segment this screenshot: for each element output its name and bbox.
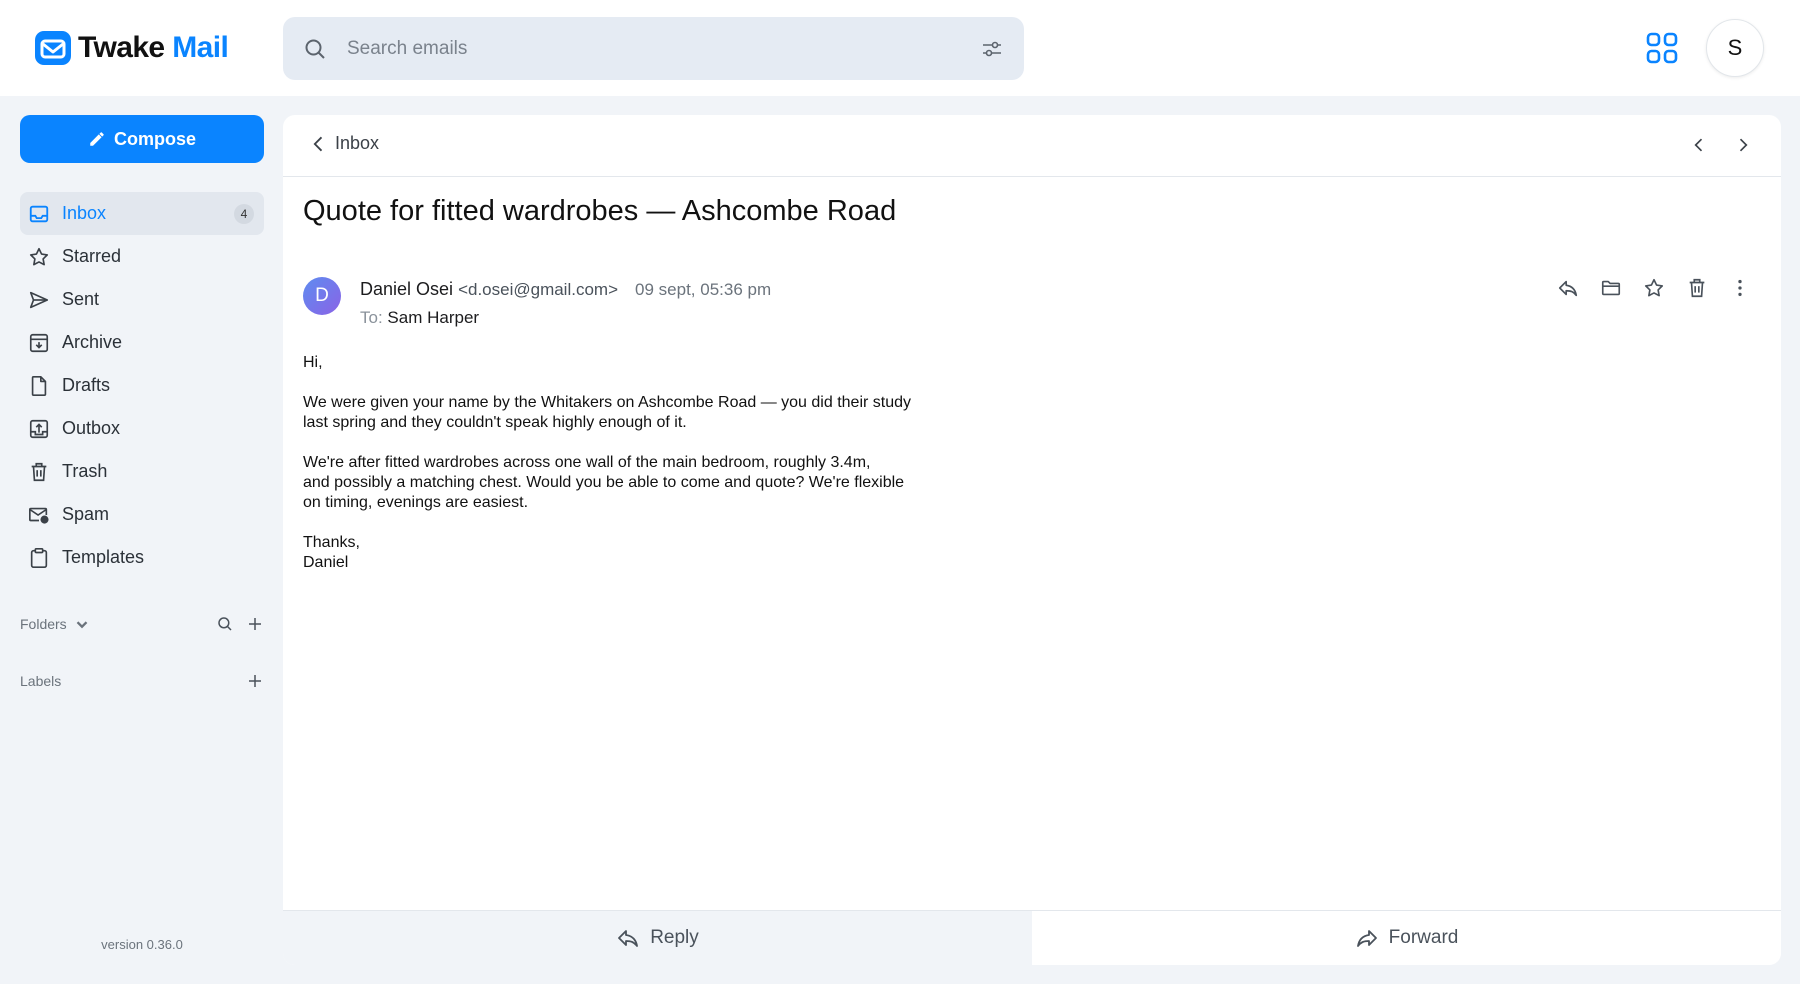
email-body-paragraph: We're after fitted wardrobes across one … <box>303 454 905 511</box>
search-input[interactable] <box>347 27 947 70</box>
forward-icon <box>1356 930 1377 947</box>
app-name-primary: Twake <box>78 31 165 64</box>
sidebar-item-label: Trash <box>62 461 108 481</box>
sidebar-item-archive[interactable]: Archive <box>20 321 264 364</box>
reply-label: Reply <box>650 927 699 948</box>
spam-icon <box>28 504 50 526</box>
previous-message-icon[interactable] <box>1689 135 1709 155</box>
chevron-left-icon <box>313 136 323 151</box>
email-view-panel: Inbox Quote for fitted wardrobes — Ashco… <box>283 115 1781 965</box>
template-icon <box>28 547 50 569</box>
recipient-info: To: Sam Harper <box>360 308 479 328</box>
email-view-header: Inbox <box>283 115 1781 177</box>
back-to-inbox-button[interactable]: Inbox <box>309 133 379 154</box>
sidebar-nav: Inbox 4 Starred Sent Archive Drafts Outb… <box>20 192 264 579</box>
sidebar-item-trash[interactable]: Trash <box>20 450 264 493</box>
apps-grid-icon[interactable] <box>1645 31 1679 65</box>
sidebar-item-templates[interactable]: Templates <box>20 536 264 579</box>
forward-label: Forward <box>1388 927 1459 948</box>
compose-label: Compose <box>113 128 196 149</box>
app-logo[interactable]: Twake Mail <box>34 30 229 66</box>
sidebar-item-outbox[interactable]: Outbox <box>20 407 264 450</box>
more-options-icon[interactable] <box>1729 277 1751 299</box>
forward-button[interactable]: Forward <box>1032 911 1781 965</box>
sidebar-item-sent[interactable]: Sent <box>20 278 264 321</box>
sidebar-item-starred[interactable]: Starred <box>20 235 264 278</box>
archive-icon <box>28 332 50 354</box>
user-avatar[interactable]: S <box>1706 19 1764 77</box>
sidebar-item-inbox[interactable]: Inbox 4 <box>20 192 264 235</box>
draft-icon <box>28 375 50 397</box>
sidebar-item-label: Templates <box>62 547 145 567</box>
top-bar: Twake Mail S <box>0 0 1800 96</box>
filter-icon[interactable] <box>980 37 1004 61</box>
sender-info: Daniel Osei <d.osei@gmail.com> 09 sept, … <box>360 279 771 300</box>
app-version: version 0.36.0 <box>101 937 183 952</box>
sidebar-item-drafts[interactable]: Drafts <box>20 364 264 407</box>
trash-icon <box>28 461 50 483</box>
sender-email: <d.osei@gmail.com> <box>458 280 619 299</box>
email-body-paragraph: Hi, <box>303 354 323 371</box>
sidebar-item-label: Sent <box>62 289 100 309</box>
unread-count-badge: 4 <box>234 204 254 224</box>
sidebar-item-label: Outbox <box>62 418 121 438</box>
sidebar-item-label: Drafts <box>62 375 111 395</box>
recipient-name: Sam Harper <box>387 308 480 327</box>
search-bar <box>283 17 1024 80</box>
labels-section-header: Labels <box>20 669 264 693</box>
email-body-paragraph: We were given your name by the Whitakers… <box>303 394 912 431</box>
reply-button[interactable]: Reply <box>283 911 1032 965</box>
sidebar-item-spam[interactable]: Spam <box>20 493 264 536</box>
sidebar-item-label: Archive <box>62 332 123 352</box>
email-body: Hi, We were given your name by the Whita… <box>303 353 1043 593</box>
reply-forward-bar: Reply Forward <box>283 910 1781 965</box>
sidebar-item-label: Inbox <box>62 203 107 223</box>
add-label-icon[interactable] <box>246 672 264 690</box>
add-folder-icon[interactable] <box>246 615 264 633</box>
chevron-down-icon[interactable] <box>73 615 91 633</box>
logo-mail-icon <box>35 31 71 65</box>
send-icon <box>28 289 50 311</box>
folders-label: Folders <box>20 616 67 632</box>
labels-label: Labels <box>20 673 62 689</box>
star-message-icon[interactable] <box>1643 277 1665 299</box>
outbox-icon <box>28 418 50 440</box>
sidebar-item-label: Starred <box>62 246 122 266</box>
move-to-folder-icon[interactable] <box>1600 277 1622 299</box>
sidebar-item-label: Spam <box>62 504 110 524</box>
message-pager <box>1689 135 1753 155</box>
search-icon[interactable] <box>303 37 327 61</box>
delete-icon[interactable] <box>1686 277 1708 299</box>
star-icon <box>28 246 50 268</box>
email-body-paragraph: Thanks, Daniel <box>303 534 360 571</box>
pencil-icon <box>90 132 104 146</box>
next-message-icon[interactable] <box>1733 135 1753 155</box>
sender-avatar: D <box>303 277 341 315</box>
folder-search-icon[interactable] <box>216 615 234 633</box>
inbox-icon <box>28 203 50 225</box>
to-label: To: <box>360 308 383 327</box>
email-subject: Quote for fitted wardrobes — Ashcombe Ro… <box>303 195 897 227</box>
folders-section-header[interactable]: Folders <box>20 612 264 636</box>
reply-icon[interactable] <box>1557 277 1579 299</box>
app-name-accent: Mail <box>172 31 229 64</box>
back-label: Inbox <box>335 133 380 153</box>
compose-button[interactable]: Compose <box>20 115 264 163</box>
reply-icon <box>618 930 639 947</box>
sender-name: Daniel Osei <box>360 279 454 299</box>
message-date: 09 sept, 05:36 pm <box>635 280 772 299</box>
message-actions <box>1557 277 1751 299</box>
